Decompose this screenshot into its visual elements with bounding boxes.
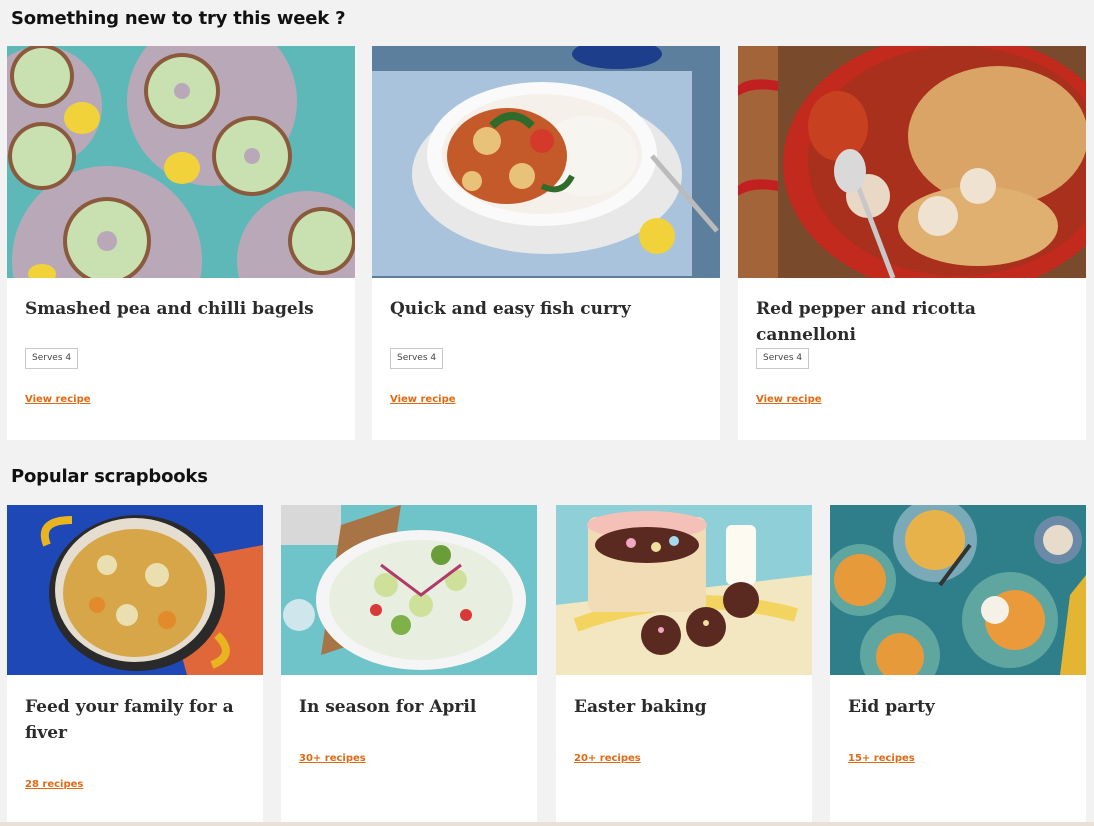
view-recipe-link[interactable]: View recipe (390, 394, 456, 405)
recipe-title[interactable]: Smashed pea and chilli bagels (25, 296, 341, 322)
recipe-count-link[interactable]: 30+ recipes (299, 753, 366, 764)
scrapbook-card[interactable]: Eid party 15+ recipes (830, 505, 1086, 826)
section-title-popular-scrapbooks: Popular scrapbooks (11, 466, 208, 487)
scrapbook-card[interactable]: Feed your family for a fiver 28 recipes (7, 505, 263, 826)
scrapbook-title[interactable]: In season for April (299, 694, 523, 720)
recipe-card[interactable]: Red pepper and ricotta cannelloni Serves… (738, 46, 1086, 440)
recipe-image-fish-curry[interactable] (372, 46, 720, 278)
recipe-image-cannelloni[interactable] (738, 46, 1086, 278)
serves-badge: Serves 4 (25, 348, 79, 369)
recipe-count-link[interactable]: 20+ recipes (574, 753, 641, 764)
scrapbook-image-easter[interactable] (556, 505, 812, 675)
scrapbook-image-fiver[interactable] (7, 505, 263, 675)
serves-badge: Serves 4 (756, 348, 810, 369)
scrapbook-card[interactable]: Easter baking 20+ recipes (556, 505, 812, 826)
scrapbook-image-april[interactable] (281, 505, 537, 675)
scrapbook-title[interactable]: Easter baking (574, 694, 798, 720)
recipe-title[interactable]: Quick and easy fish curry (390, 296, 706, 322)
recipe-count-link[interactable]: 15+ recipes (848, 753, 915, 764)
recipe-image-bagels[interactable] (7, 46, 355, 278)
view-recipe-link[interactable]: View recipe (25, 394, 91, 405)
scrapbook-title[interactable]: Eid party (848, 694, 1072, 720)
serves-badge: Serves 4 (390, 348, 444, 369)
recipe-card[interactable]: Smashed pea and chilli bagels Serves 4 V… (7, 46, 355, 440)
section-title-new-this-week: Something new to try this week ? (11, 8, 346, 29)
scrapbook-image-eid[interactable] (830, 505, 1086, 675)
scrapbook-card[interactable]: In season for April 30+ recipes (281, 505, 537, 826)
recipe-count-link[interactable]: 28 recipes (25, 779, 83, 790)
recipe-card[interactable]: Quick and easy fish curry Serves 4 View … (372, 46, 720, 440)
recipe-title[interactable]: Red pepper and ricotta cannelloni (756, 296, 1072, 348)
page-bottom-border (0, 822, 1094, 826)
view-recipe-link[interactable]: View recipe (756, 394, 822, 405)
scrapbook-title[interactable]: Feed your family for a fiver (25, 694, 249, 746)
